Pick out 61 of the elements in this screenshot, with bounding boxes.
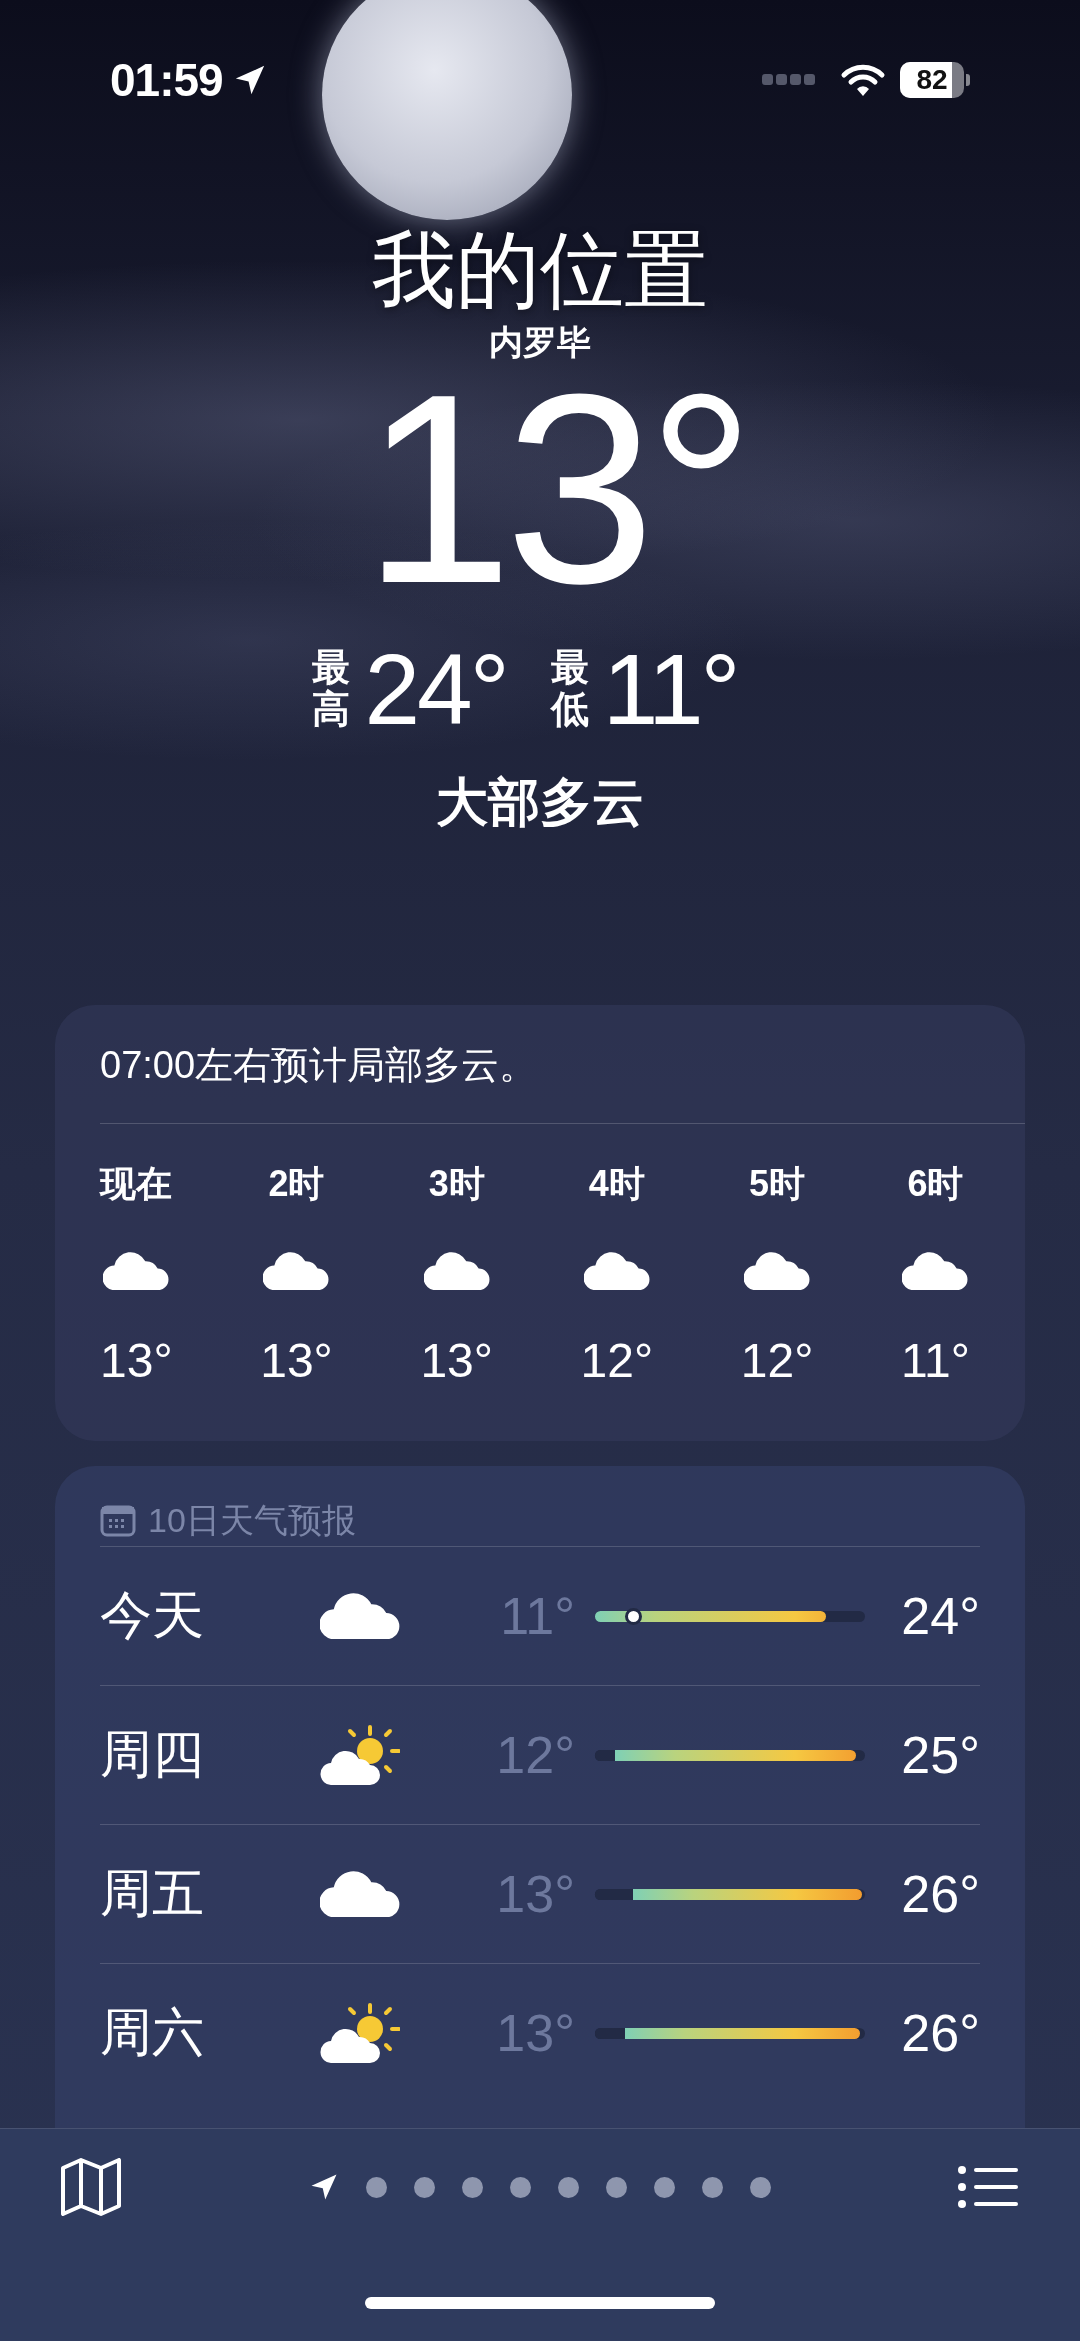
- cloud-icon: [320, 1870, 400, 1918]
- cloud-icon: [583, 1251, 650, 1291]
- map-icon[interactable]: [60, 2158, 122, 2216]
- cloud-icon: [263, 1251, 330, 1291]
- hour-temperature: 12°: [740, 1333, 814, 1389]
- location-arrow-icon[interactable]: [309, 2172, 339, 2202]
- hour-label: 6时: [907, 1162, 964, 1206]
- hour-temperature: 13°: [100, 1333, 173, 1389]
- low-temperature: 12°: [495, 1725, 575, 1785]
- hour-temperature: 12°: [580, 1333, 654, 1389]
- page-dot[interactable]: [558, 2176, 579, 2198]
- day-label: 周五: [100, 1863, 205, 1924]
- cloud-icon: [902, 1251, 969, 1291]
- cloud-icon: [744, 1251, 811, 1291]
- cloud-icon: [320, 1592, 400, 1640]
- day-label: 周四: [100, 1724, 205, 1785]
- low-label: 最低: [550, 647, 589, 731]
- low-temperature: 13°: [495, 1864, 575, 1924]
- low-temperature: 11°: [602, 631, 738, 747]
- high-temperature: 26°: [900, 2003, 980, 2063]
- page-dot[interactable]: [702, 2176, 723, 2198]
- location-title: 我的位置: [372, 222, 708, 319]
- low-temperature: 13°: [495, 2003, 575, 2063]
- low-temperature: 11°: [499, 1586, 575, 1646]
- hour-label: 4时: [588, 1162, 645, 1206]
- page-dot[interactable]: [510, 2176, 531, 2198]
- high-temperature: 25°: [900, 1725, 980, 1785]
- cloud-icon: [423, 1251, 490, 1291]
- list-icon[interactable]: [958, 2165, 1018, 2209]
- page-dot[interactable]: [366, 2176, 387, 2198]
- page-dot[interactable]: [750, 2176, 771, 2198]
- page-dot[interactable]: [606, 2176, 627, 2198]
- hour-label: 现在: [100, 1162, 173, 1206]
- status-time: 01:59: [110, 53, 223, 107]
- hour-label: 5时: [749, 1162, 806, 1206]
- signal-dots-icon: [762, 74, 816, 86]
- current-temperature: 13°: [362, 364, 748, 614]
- hour-temperature: 13°: [420, 1333, 493, 1389]
- calendar-icon: [100, 1505, 136, 1537]
- hour-temperature: 13°: [260, 1333, 333, 1389]
- day-label: 今天: [100, 1585, 205, 1646]
- hour-label: 3时: [428, 1162, 485, 1206]
- hour-label: 2时: [268, 1162, 325, 1206]
- forecast-summary: 07:00左右预计局部多云。: [100, 1043, 539, 1088]
- sun-and-cloud-icon: [320, 1725, 400, 1785]
- wifi-icon: [840, 63, 886, 97]
- sun-and-cloud-icon: [320, 2003, 400, 2063]
- hour-temperature: 11°: [900, 1333, 970, 1389]
- page-dot[interactable]: [462, 2176, 483, 2198]
- condition-text: 大部多云: [436, 774, 644, 830]
- forecast-title: 10日天气预报: [148, 1500, 356, 1541]
- page-dot[interactable]: [654, 2176, 675, 2198]
- cloud-icon: [103, 1251, 170, 1291]
- high-temperature: 26°: [900, 1864, 980, 1924]
- place-name: 内罗毕: [489, 322, 591, 363]
- battery-percentage: 82: [915, 63, 949, 97]
- page-dot[interactable]: [414, 2176, 435, 2198]
- day-label: 周六: [100, 2002, 205, 2063]
- high-temperature: 24°: [900, 1586, 980, 1646]
- high-label: 最高: [312, 647, 351, 731]
- high-temperature: 24°: [364, 631, 507, 747]
